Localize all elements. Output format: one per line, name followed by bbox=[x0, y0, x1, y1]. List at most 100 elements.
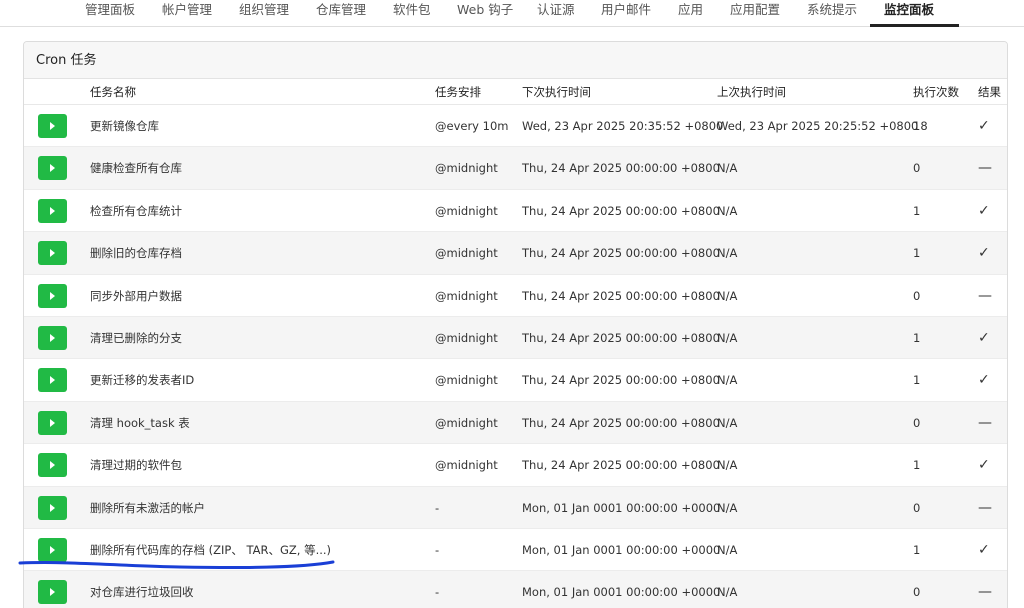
task-name: 删除所有未激活的帐户 bbox=[90, 500, 205, 515]
play-icon bbox=[50, 333, 55, 342]
task-prev-run: N/A bbox=[717, 415, 738, 430]
task-next-run: Thu, 24 Apr 2025 00:00:00 +0800 bbox=[522, 458, 720, 473]
play-icon bbox=[50, 588, 55, 597]
task-result-check-icon: ✓ bbox=[978, 372, 990, 389]
tab-system-notices[interactable]: 系统提示 bbox=[807, 0, 857, 27]
task-schedule: - bbox=[435, 542, 440, 557]
task-prev-run: N/A bbox=[717, 246, 738, 261]
header-prev-run: 上次执行时间 bbox=[717, 85, 786, 99]
table-row: 删除所有未激活的帐户 - Mon, 01 Jan 0001 00:00:00 +… bbox=[24, 486, 1007, 529]
run-task-button[interactable] bbox=[38, 241, 67, 266]
task-name: 更新迁移的发表者ID bbox=[90, 373, 195, 388]
task-result-check-icon: ✓ bbox=[978, 541, 990, 558]
tab-organizations[interactable]: 组织管理 bbox=[239, 0, 289, 27]
task-prev-run: N/A bbox=[717, 288, 738, 303]
task-exec-count: 0 bbox=[913, 288, 921, 303]
header-next-run: 下次执行时间 bbox=[522, 85, 591, 99]
task-exec-count: 0 bbox=[913, 585, 921, 600]
tab-applications[interactable]: 应用 bbox=[678, 0, 703, 27]
task-name: 删除所有代码库的存档 (ZIP、 TAR、GZ, 等...) bbox=[90, 542, 332, 557]
table-row: 删除所有代码库的存档 (ZIP、 TAR、GZ, 等...) - Mon, 01… bbox=[24, 529, 1007, 572]
task-schedule: @midnight bbox=[435, 415, 498, 430]
task-name: 更新镜像仓库 bbox=[90, 119, 159, 133]
task-exec-count: 1 bbox=[913, 373, 921, 388]
task-prev-run: N/A bbox=[717, 330, 738, 345]
run-task-button[interactable] bbox=[38, 114, 67, 138]
task-name: 对仓库进行垃圾回收 bbox=[90, 585, 194, 600]
play-icon bbox=[50, 503, 55, 512]
task-exec-count: 1 bbox=[913, 458, 921, 473]
table-header: 任务名称 任务安排 下次执行时间 上次执行时间 执行次数 结果 bbox=[24, 79, 1007, 105]
play-icon bbox=[50, 291, 55, 300]
task-exec-count: 0 bbox=[913, 415, 921, 430]
table-row: 健康检查所有仓库 @midnight Thu, 24 Apr 2025 00:0… bbox=[24, 147, 1007, 190]
task-next-run: Thu, 24 Apr 2025 00:00:00 +0800 bbox=[522, 288, 720, 303]
play-icon bbox=[50, 164, 55, 173]
task-prev-run: N/A bbox=[717, 161, 738, 176]
run-task-button[interactable] bbox=[38, 495, 67, 520]
task-prev-run: N/A bbox=[717, 203, 738, 218]
table-row: 更新迁移的发表者ID @midnight Thu, 24 Apr 2025 00… bbox=[24, 359, 1007, 402]
tab-auth-sources[interactable]: 认证源 bbox=[537, 0, 575, 27]
task-result-check-icon: ✓ bbox=[978, 202, 990, 219]
play-icon bbox=[50, 545, 55, 554]
play-icon bbox=[50, 206, 55, 215]
run-task-button[interactable] bbox=[38, 198, 67, 223]
task-result-dash-icon: — bbox=[978, 584, 992, 601]
table-row: 更新镜像仓库 @every 10m Wed, 23 Apr 2025 20:35… bbox=[24, 105, 1007, 148]
task-schedule: @midnight bbox=[435, 246, 498, 261]
task-name: 清理过期的软件包 bbox=[90, 458, 182, 473]
task-prev-run: N/A bbox=[717, 500, 738, 515]
task-schedule: @midnight bbox=[435, 373, 498, 388]
play-icon bbox=[50, 376, 55, 385]
panel-title: Cron 任务 bbox=[24, 42, 1007, 79]
cron-tasks-panel: Cron 任务 任务名称 任务安排 下次执行时间 上次执行时间 执行次数 结果 … bbox=[23, 41, 1008, 608]
task-next-run: Mon, 01 Jan 0001 00:00:00 +0000 bbox=[522, 542, 721, 557]
tab-packages[interactable]: 软件包 bbox=[393, 0, 431, 27]
tab-admin-dashboard[interactable]: 管理面板 bbox=[85, 0, 135, 27]
play-icon bbox=[50, 461, 55, 470]
tab-user-emails[interactable]: 用户邮件 bbox=[601, 0, 651, 27]
run-task-button[interactable] bbox=[38, 325, 67, 350]
header-task-name: 任务名称 bbox=[90, 85, 136, 99]
run-task-button[interactable] bbox=[38, 580, 67, 605]
table-row: 对仓库进行垃圾回收 - Mon, 01 Jan 0001 00:00:00 +0… bbox=[24, 571, 1007, 608]
table-row: 清理过期的软件包 @midnight Thu, 24 Apr 2025 00:0… bbox=[24, 444, 1007, 487]
table-row: 同步外部用户数据 @midnight Thu, 24 Apr 2025 00:0… bbox=[24, 275, 1007, 317]
task-next-run: Thu, 24 Apr 2025 00:00:00 +0800 bbox=[522, 330, 720, 345]
tab-user-accounts[interactable]: 帐户管理 bbox=[162, 0, 212, 27]
task-name: 检查所有仓库统计 bbox=[90, 203, 182, 218]
task-next-run: Wed, 23 Apr 2025 20:35:52 +0800 bbox=[522, 119, 724, 133]
tab-webhooks[interactable]: Web 钩子 bbox=[457, 0, 513, 27]
tab-monitor[interactable]: 监控面板 bbox=[884, 0, 934, 27]
task-next-run: Mon, 01 Jan 0001 00:00:00 +0000 bbox=[522, 585, 721, 600]
task-schedule: - bbox=[435, 585, 440, 600]
task-schedule: @midnight bbox=[435, 203, 498, 218]
run-task-button[interactable] bbox=[38, 410, 67, 435]
task-exec-count: 0 bbox=[913, 500, 921, 515]
task-prev-run: N/A bbox=[717, 458, 738, 473]
table-row: 检查所有仓库统计 @midnight Thu, 24 Apr 2025 00:0… bbox=[24, 190, 1007, 233]
run-task-button[interactable] bbox=[38, 283, 67, 308]
task-schedule: @every 10m bbox=[435, 119, 509, 133]
task-name: 删除旧的仓库存档 bbox=[90, 246, 182, 261]
task-result-dash-icon: — bbox=[978, 287, 992, 304]
task-schedule: @midnight bbox=[435, 288, 498, 303]
run-task-button[interactable] bbox=[38, 368, 67, 393]
task-prev-run: N/A bbox=[717, 542, 738, 557]
tab-config[interactable]: 应用配置 bbox=[730, 0, 780, 27]
tab-repositories[interactable]: 仓库管理 bbox=[316, 0, 366, 27]
run-task-button[interactable] bbox=[38, 453, 67, 478]
admin-tab-bar: 管理面板 帐户管理 组织管理 仓库管理 软件包 Web 钩子 认证源 用户邮件 … bbox=[0, 0, 1024, 27]
task-prev-run: Wed, 23 Apr 2025 20:25:52 +0800 bbox=[717, 119, 919, 133]
run-task-button[interactable] bbox=[38, 156, 67, 181]
run-task-button[interactable] bbox=[38, 537, 67, 562]
task-name: 健康检查所有仓库 bbox=[90, 161, 182, 176]
task-schedule: @midnight bbox=[435, 458, 498, 473]
play-icon bbox=[50, 122, 55, 130]
task-next-run: Thu, 24 Apr 2025 00:00:00 +0800 bbox=[522, 373, 720, 388]
task-result-dash-icon: — bbox=[978, 160, 992, 177]
task-next-run: Thu, 24 Apr 2025 00:00:00 +0800 bbox=[522, 246, 720, 261]
task-schedule: @midnight bbox=[435, 161, 498, 176]
task-schedule: - bbox=[435, 500, 440, 515]
